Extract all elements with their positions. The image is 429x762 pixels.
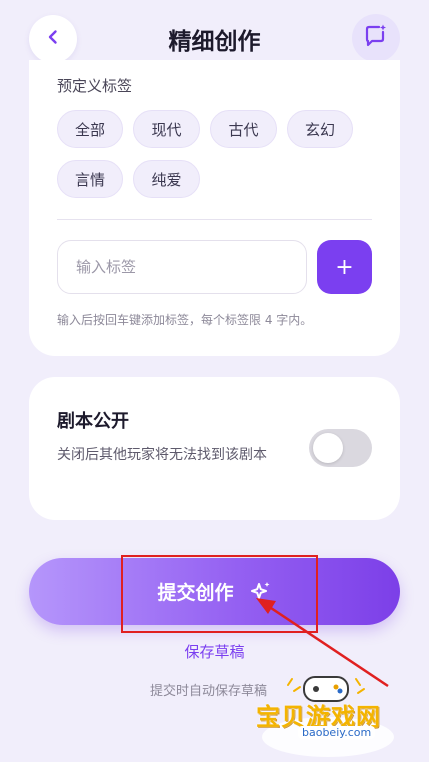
auto-save-hint: 提交时自动保存草稿 bbox=[150, 684, 268, 699]
chat-sparkle-icon bbox=[363, 23, 389, 53]
plus-icon: + bbox=[335, 254, 354, 280]
watermark-url: baobeiy.com bbox=[298, 726, 376, 739]
tag-chip-romance[interactable]: 言情 bbox=[57, 160, 123, 198]
save-draft-link[interactable]: 保存草稿 bbox=[0, 641, 429, 662]
toggle-knob bbox=[313, 433, 343, 463]
tag-chip-all[interactable]: 全部 bbox=[57, 110, 123, 148]
tag-chip-fantasy[interactable]: 玄幻 bbox=[287, 110, 353, 148]
predefined-tags-label: 预定义标签 bbox=[57, 77, 133, 95]
tag-input[interactable] bbox=[57, 240, 307, 294]
chat-button[interactable] bbox=[352, 14, 400, 62]
divider bbox=[57, 219, 372, 220]
tag-chip-ancient[interactable]: 古代 bbox=[210, 110, 277, 148]
tag-chip-modern[interactable]: 现代 bbox=[133, 110, 200, 148]
annotation-highlight-box bbox=[121, 555, 318, 633]
add-tag-button[interactable]: + bbox=[317, 240, 372, 294]
public-description: 关闭后其他玩家将无法找到该剧本 bbox=[57, 447, 267, 463]
public-title: 剧本公开 bbox=[57, 411, 129, 432]
public-toggle[interactable] bbox=[309, 429, 372, 467]
tag-hint: 输入后按回车键添加标签，每个标签限 4 字内。 bbox=[57, 313, 313, 327]
tag-chip-pure-love[interactable]: 纯爱 bbox=[133, 160, 200, 198]
